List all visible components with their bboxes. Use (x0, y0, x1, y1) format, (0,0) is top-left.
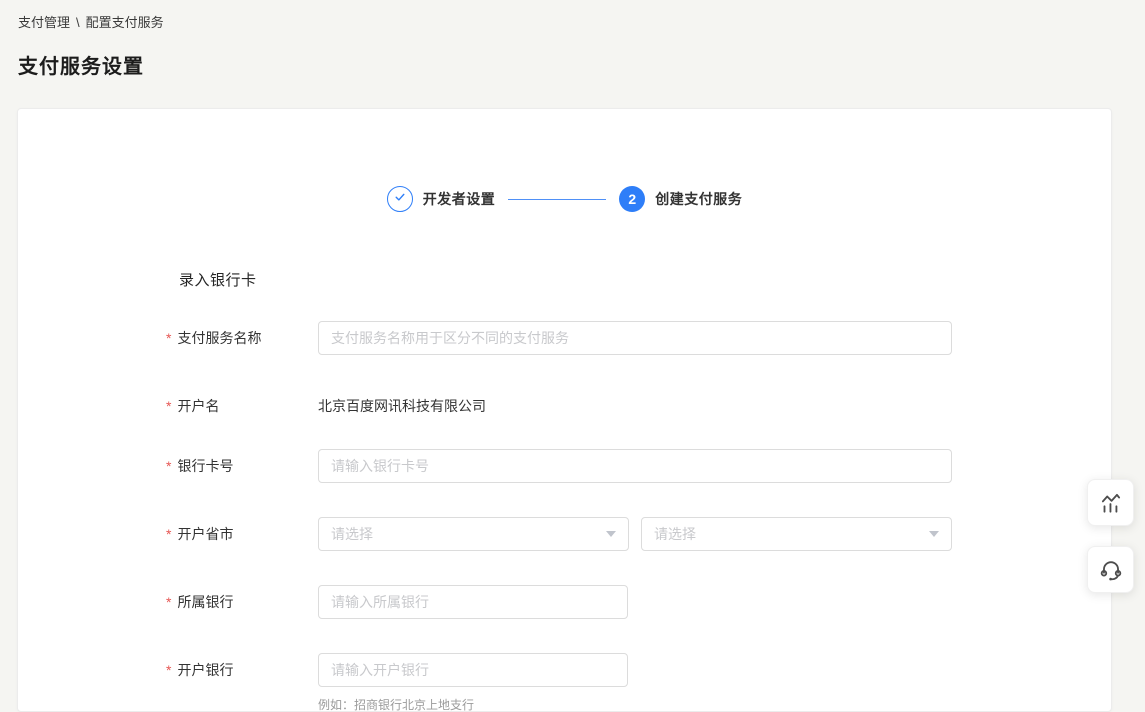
breadcrumb-item-payment-management[interactable]: 支付管理 (18, 15, 70, 31)
branch-bank-field: 例如：招商银行北京上地支行 (318, 653, 628, 712)
step-developer-settings: 开发者设置 (387, 186, 496, 212)
service-name-label: * 支付服务名称 (166, 321, 318, 355)
branch-bank-helper: 例如：招商银行北京上地支行 (318, 696, 628, 712)
account-name-label: * 开户名 (166, 389, 318, 423)
required-marker: * (166, 526, 171, 542)
headset-icon (1098, 557, 1124, 583)
form-row-branch-bank: * 开户银行 例如：招商银行北京上地支行 (166, 653, 1111, 712)
card-number-label: * 银行卡号 (166, 449, 318, 483)
breadcrumb: 支付管理 \ 配置支付服务 (0, 0, 1145, 31)
form-row-province-city: * 开户省市 请选择 请选择 (166, 517, 1111, 551)
required-marker: * (166, 398, 171, 414)
province-select[interactable]: 请选择 (318, 517, 629, 551)
bank-label: * 所属银行 (166, 585, 318, 619)
chevron-down-icon (606, 531, 616, 537)
form-row-bank: * 所属银行 (166, 585, 1111, 619)
page-title: 支付服务设置 (18, 55, 1145, 79)
step-2-label: 创建支付服务 (655, 189, 742, 209)
required-marker: * (166, 662, 171, 678)
customer-service-fab-button[interactable] (1087, 546, 1134, 593)
bank-card-form: * 支付服务名称 * 开户名 北京百度网讯科技有限公司 * 银行卡号 * (166, 321, 1111, 712)
branch-bank-input[interactable] (318, 653, 628, 687)
stepper: 开发者设置 2 创建支付服务 (18, 109, 1111, 212)
step-1-label: 开发者设置 (423, 189, 496, 209)
required-marker: * (166, 330, 171, 346)
step-create-payment-service: 2 创建支付服务 (619, 186, 742, 212)
required-marker: * (166, 594, 171, 610)
form-row-card-number: * 银行卡号 (166, 449, 1111, 483)
chart-icon (1098, 490, 1124, 516)
check-icon (393, 190, 407, 209)
service-name-input[interactable] (318, 321, 952, 355)
step-1-indicator (387, 186, 413, 212)
account-name-value: 北京百度网讯科技有限公司 (318, 389, 486, 423)
required-marker: * (166, 458, 171, 474)
form-row-account-name: * 开户名 北京百度网讯科技有限公司 (166, 389, 1111, 423)
form-row-service-name: * 支付服务名称 (166, 321, 1111, 355)
bank-input[interactable] (318, 585, 628, 619)
statistics-fab-button[interactable] (1087, 479, 1134, 526)
step-2-indicator: 2 (619, 186, 645, 212)
province-city-label: * 开户省市 (166, 517, 318, 551)
branch-bank-label: * 开户银行 (166, 653, 318, 687)
card-number-input[interactable] (318, 449, 952, 483)
step-2-number: 2 (628, 191, 636, 207)
section-title-enter-bank-card: 录入银行卡 (179, 269, 1111, 290)
payment-setup-card: 开发者设置 2 创建支付服务 录入银行卡 * 支付服务名称 * 开户名 (17, 108, 1112, 712)
chevron-down-icon (929, 531, 939, 537)
breadcrumb-separator: \ (76, 15, 80, 31)
step-connector (508, 199, 606, 200)
breadcrumb-item-configure-payment-service: 配置支付服务 (86, 15, 164, 31)
city-select[interactable]: 请选择 (641, 517, 952, 551)
